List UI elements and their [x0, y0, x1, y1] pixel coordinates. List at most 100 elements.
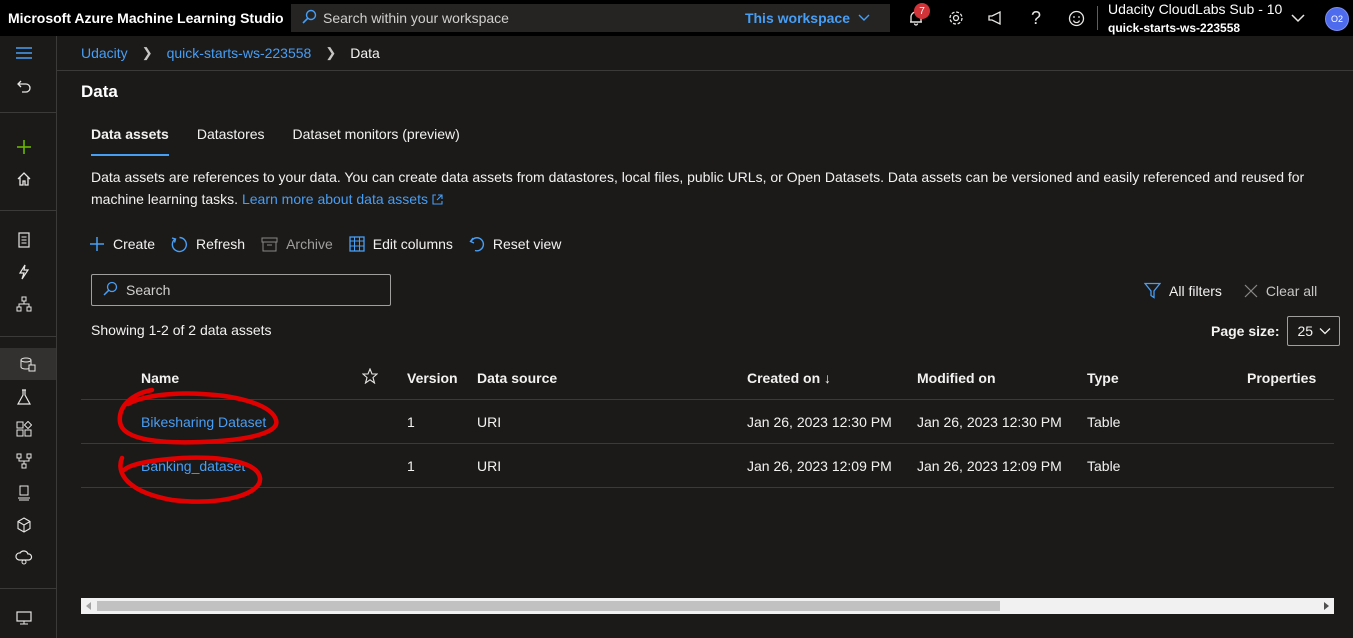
flask-icon[interactable]	[0, 381, 48, 413]
page-size-control: Page size: 25	[1211, 316, 1341, 346]
left-nav	[0, 36, 57, 638]
table-header: Name Version Data source Created on ↓ Mo…	[81, 356, 1334, 400]
models-icon[interactable]	[0, 509, 48, 541]
clear-all-button[interactable]: Clear all	[1244, 283, 1317, 299]
tab-data-assets[interactable]: Data assets	[81, 122, 179, 156]
tab-list: Data assets Datastores Dataset monitors …	[81, 122, 478, 156]
learn-more-link[interactable]: Learn more about data assets	[242, 191, 443, 207]
question-icon: ?	[1030, 7, 1041, 28]
home-icon[interactable]	[0, 163, 48, 195]
chevron-right-icon: ❯	[325, 45, 337, 60]
column-header-name[interactable]: Name	[141, 370, 179, 386]
column-header-data-source[interactable]: Data source	[477, 370, 557, 386]
endpoints-icon[interactable]	[0, 541, 48, 573]
notifications-button[interactable]: 7	[896, 0, 936, 36]
archive-icon	[261, 237, 278, 252]
chevron-down-icon	[858, 14, 870, 21]
plus-icon[interactable]	[0, 131, 48, 163]
search-icon	[102, 281, 118, 300]
reset-view-button[interactable]: Reset view	[469, 236, 561, 252]
all-filters-button[interactable]: All filters	[1144, 282, 1222, 299]
breadcrumb-current: Data	[350, 45, 380, 61]
pipelines-icon[interactable]	[0, 445, 48, 477]
settings-button[interactable]	[936, 0, 976, 36]
nav-separator	[0, 112, 56, 113]
subscription-name: Udacity CloudLabs Sub - 10	[1108, 1, 1283, 17]
column-header-created-on[interactable]: Created on ↓	[747, 370, 831, 386]
megaphone-icon	[988, 10, 1001, 26]
gear-icon	[949, 11, 963, 25]
workspace-search[interactable]: Search within your workspace This worksp…	[291, 4, 890, 32]
archive-button[interactable]: Archive	[261, 236, 333, 252]
data-nav-icon[interactable]	[0, 348, 56, 380]
breadcrumb-workspace[interactable]: quick-starts-ws-223558	[167, 45, 312, 61]
chevron-right-icon: ❯	[141, 45, 153, 60]
scroll-right-arrow-icon[interactable]	[1324, 602, 1329, 610]
breadcrumb-udacity[interactable]: Udacity	[81, 45, 128, 61]
refresh-button[interactable]: Refresh	[171, 236, 245, 253]
chevron-down-icon[interactable]	[1290, 10, 1306, 26]
search-scope-label: This workspace	[744, 10, 850, 26]
create-button[interactable]: Create	[89, 236, 155, 252]
divider	[1097, 6, 1098, 30]
help-button[interactable]: ?	[1016, 0, 1056, 36]
account-switcher[interactable]: Udacity CloudLabs Sub - 10 quick-starts-…	[1108, 1, 1282, 36]
asset-modified-on: Jan 26, 2023 12:30 PM	[917, 414, 1062, 430]
app-title[interactable]: Microsoft Azure Machine Learning Studio	[0, 10, 290, 26]
feedback-button[interactable]	[976, 0, 1016, 36]
asset-name-link[interactable]: Bikesharing Dataset	[141, 414, 266, 430]
top-icon-bar: 7 ?	[896, 0, 1096, 36]
environments-icon[interactable]	[0, 477, 48, 509]
nav-separator	[0, 210, 56, 211]
asset-version: 1	[407, 414, 415, 430]
asset-data-source: URI	[477, 458, 502, 474]
hamburger-menu-icon[interactable]	[0, 37, 48, 69]
filter-icon	[1144, 282, 1161, 299]
results-count: Showing 1-2 of 2 data assets	[91, 322, 272, 338]
asset-name-link[interactable]: Banking_dataset	[141, 458, 245, 474]
plus-icon	[89, 236, 105, 252]
asset-created-on: Jan 26, 2023 12:09 PM	[747, 458, 892, 474]
nav-separator	[0, 588, 56, 589]
nav-separator	[0, 336, 56, 337]
page-size-dropdown[interactable]: 25	[1287, 316, 1341, 346]
tab-datastores[interactable]: Datastores	[187, 122, 275, 156]
table-row[interactable]: Bikesharing Dataset 1 URI Jan 26, 2023 1…	[81, 400, 1334, 444]
scroll-left-arrow-icon[interactable]	[86, 602, 91, 610]
tab-dataset-monitors[interactable]: Dataset monitors (preview)	[283, 122, 470, 156]
create-label: Create	[113, 236, 156, 252]
all-filters-label: All filters	[1169, 282, 1222, 299]
notebook-icon[interactable]	[0, 224, 48, 256]
designer-icon[interactable]	[0, 288, 48, 320]
page-size-label: Page size:	[1211, 323, 1280, 339]
sort-descending-icon: ↓	[824, 370, 832, 386]
asset-modified-on: Jan 26, 2023 12:09 PM	[917, 458, 1062, 474]
column-header-modified-on[interactable]: Modified on	[917, 370, 996, 386]
search-scope-dropdown[interactable]: This workspace	[745, 10, 870, 26]
asset-created-on: Jan 26, 2023 12:30 PM	[747, 414, 892, 430]
top-bar: Microsoft Azure Machine Learning Studio …	[0, 0, 1353, 36]
avatar[interactable]: O2	[1325, 7, 1349, 31]
smiley-feedback-button[interactable]	[1056, 0, 1096, 36]
chevron-down-icon	[1320, 328, 1331, 335]
table-row[interactable]: Banking_dataset 1 URI Jan 26, 2023 12:09…	[81, 444, 1334, 488]
external-link-icon	[432, 194, 443, 205]
archive-label: Archive	[286, 236, 333, 252]
star-icon[interactable]	[361, 367, 379, 387]
page-size-value: 25	[1297, 323, 1314, 339]
compute-icon[interactable]	[0, 602, 48, 634]
back-arrow-icon[interactable]	[0, 70, 48, 102]
components-icon[interactable]	[0, 413, 48, 445]
column-header-type[interactable]: Type	[1087, 370, 1119, 386]
edit-columns-button[interactable]: Edit columns	[349, 236, 453, 252]
reset-view-label: Reset view	[492, 236, 562, 252]
column-header-version[interactable]: Version	[407, 370, 458, 386]
asset-search-input[interactable]: Search	[91, 274, 391, 306]
column-header-properties[interactable]: Properties	[1247, 370, 1316, 386]
filter-actions: All filters Clear all	[1144, 282, 1339, 299]
data-assets-table: Name Version Data source Created on ↓ Mo…	[81, 356, 1334, 488]
asset-type: Table	[1087, 458, 1121, 474]
automl-icon[interactable]	[0, 256, 48, 288]
scrollbar-thumb[interactable]	[97, 601, 1000, 611]
horizontal-scrollbar[interactable]	[81, 598, 1334, 614]
